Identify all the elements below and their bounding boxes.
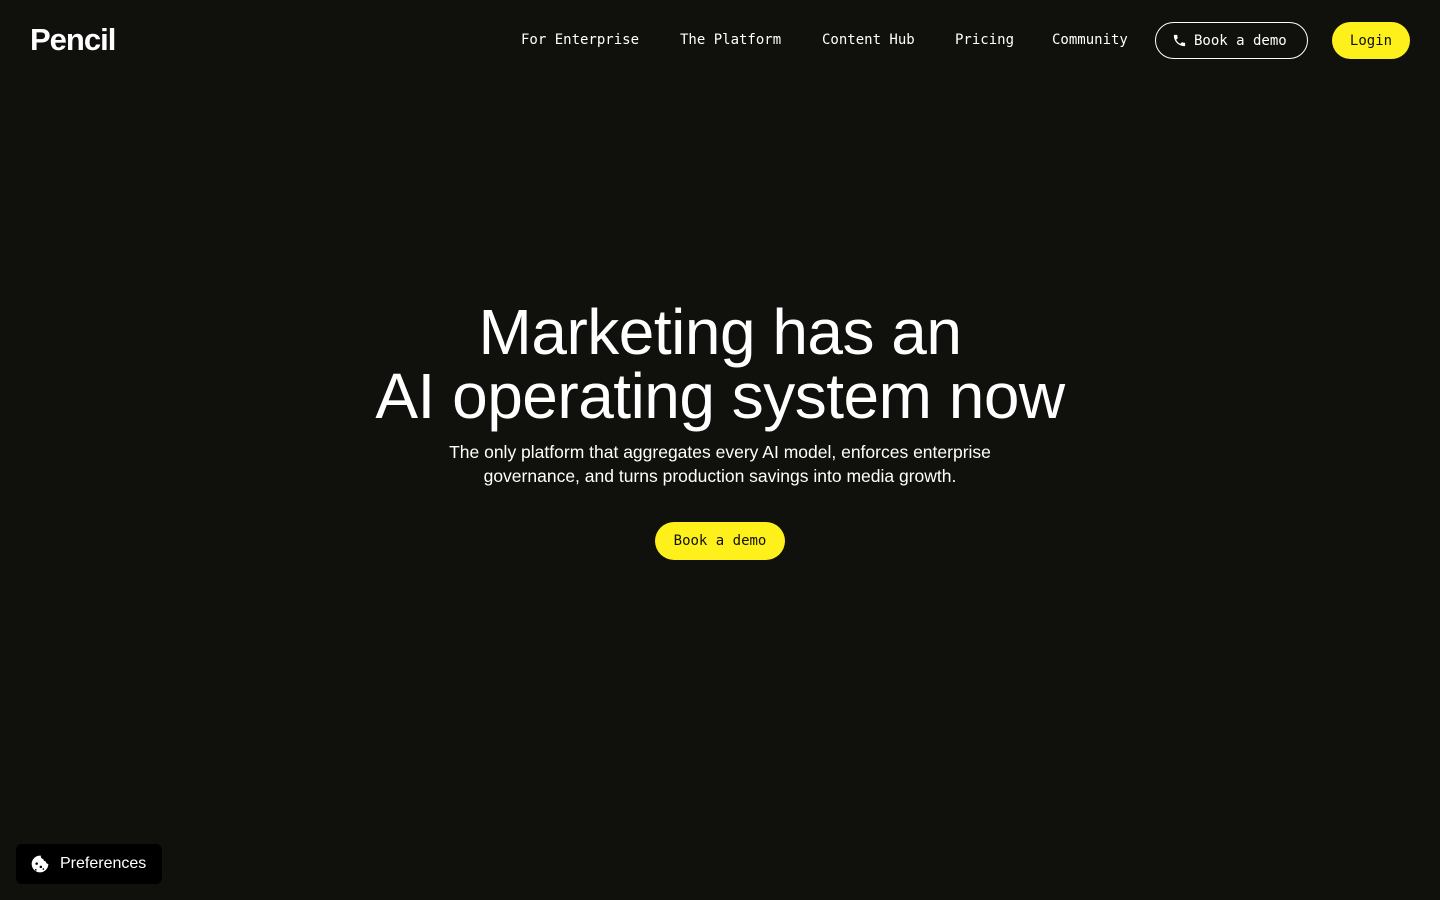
hero-subtitle: The only platform that aggregates every … bbox=[0, 440, 1440, 488]
nav-link-pricing[interactable]: Pricing bbox=[955, 30, 1014, 50]
book-demo-hero-button[interactable]: Book a demo bbox=[655, 522, 785, 560]
nav-link-content-hub[interactable]: Content Hub bbox=[822, 30, 915, 50]
hero-subtitle-line-2: governance, and turns production savings… bbox=[483, 466, 957, 486]
phone-icon bbox=[1173, 34, 1186, 47]
hero-title-line-2: AI operating system now bbox=[375, 360, 1065, 432]
hero-title: Marketing has an AI operating system now bbox=[0, 300, 1440, 428]
cookie-icon bbox=[31, 855, 49, 873]
hero-subtitle-line-1: The only platform that aggregates every … bbox=[449, 442, 991, 462]
page: Pencil For Enterprise The Platform Conte… bbox=[0, 0, 1440, 900]
nav-link-for-enterprise[interactable]: For Enterprise bbox=[521, 30, 639, 50]
login-button[interactable]: Login bbox=[1332, 22, 1410, 59]
book-demo-nav-label: Book a demo bbox=[1194, 32, 1287, 49]
pencil-logo[interactable]: Pencil bbox=[30, 22, 116, 58]
book-demo-nav-button[interactable]: Book a demo bbox=[1155, 22, 1308, 59]
preferences-button[interactable]: Preferences bbox=[16, 844, 162, 884]
site-header: Pencil For Enterprise The Platform Conte… bbox=[0, 0, 1440, 80]
preferences-label: Preferences bbox=[60, 855, 147, 872]
nav-link-community[interactable]: Community bbox=[1052, 30, 1128, 50]
hero-title-line-1: Marketing has an bbox=[478, 296, 962, 368]
nav-link-the-platform[interactable]: The Platform bbox=[680, 30, 781, 50]
